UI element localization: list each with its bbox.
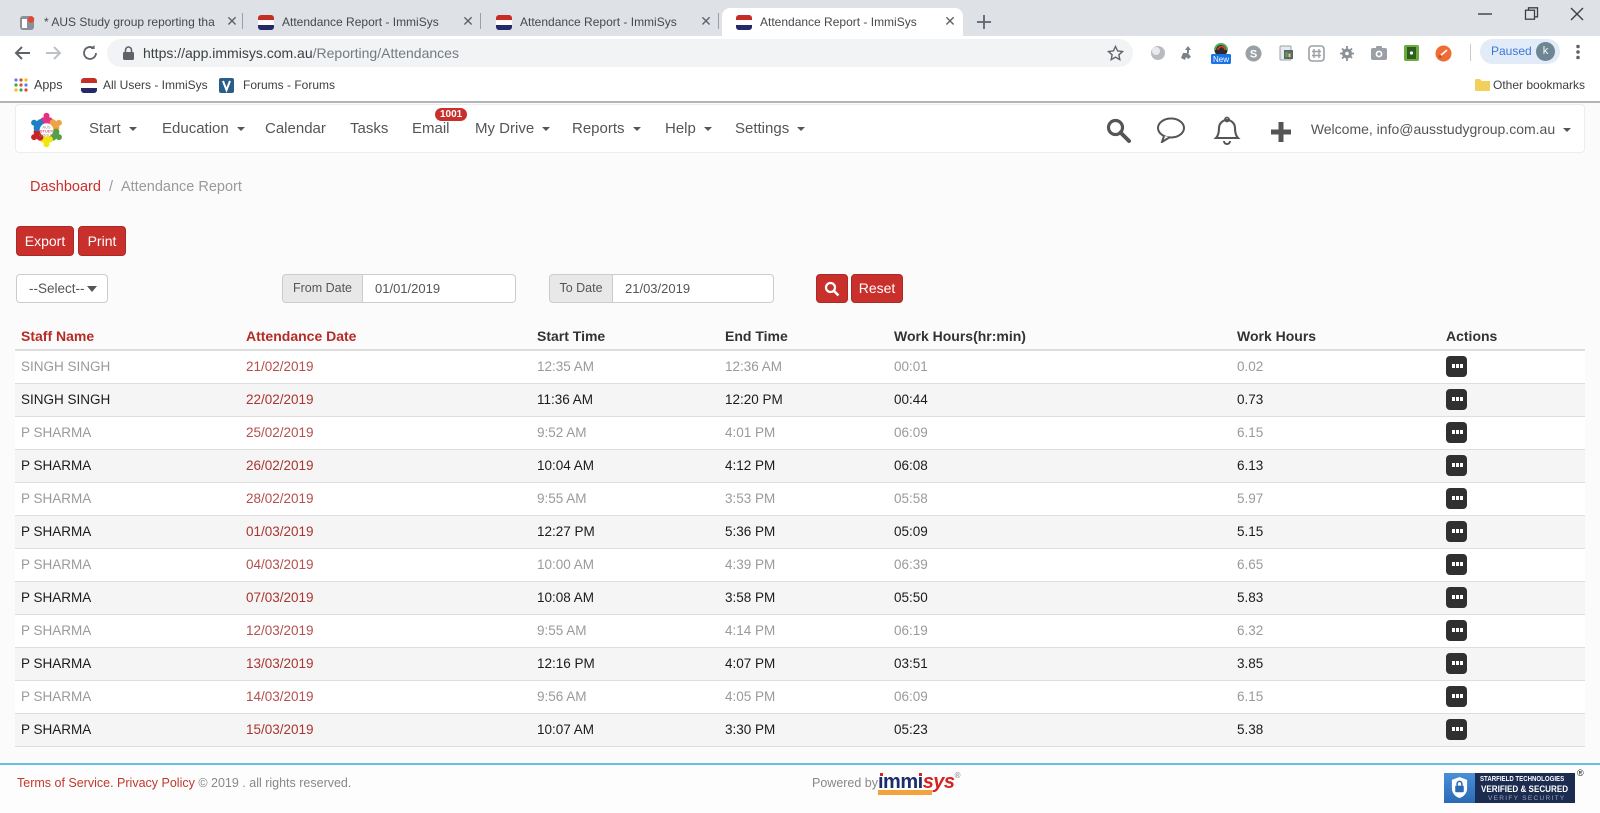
svg-text:GROUP: GROUP <box>39 133 54 138</box>
svg-text:S: S <box>1250 49 1257 61</box>
svg-text:New: New <box>1213 55 1229 64</box>
